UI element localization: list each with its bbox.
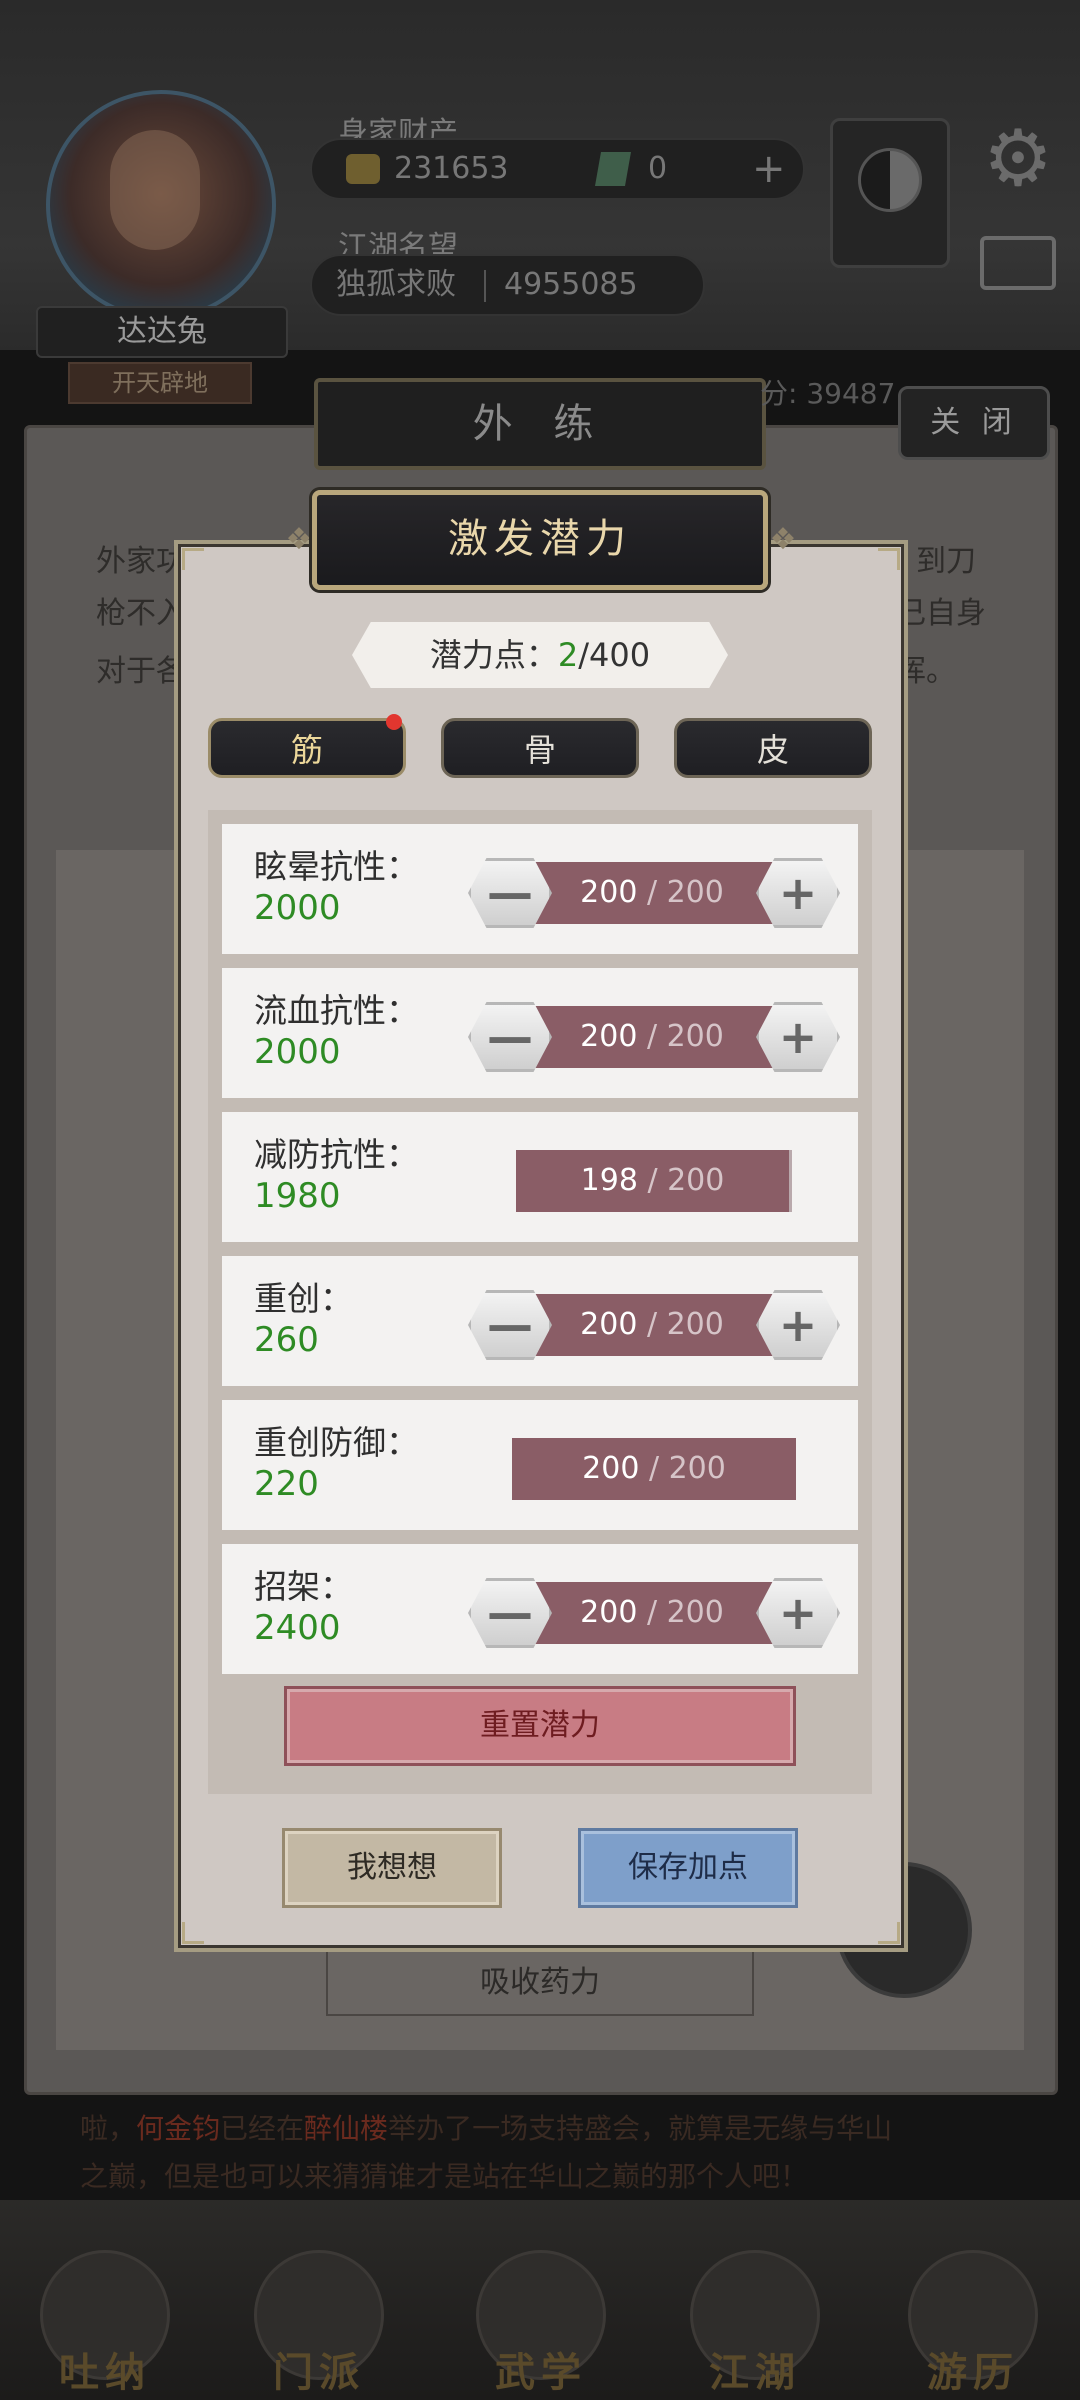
potential-points: 潜力点：2/400: [352, 622, 728, 688]
stat-current: 198: [580, 1163, 638, 1198]
gold-amount: 231653: [394, 151, 509, 186]
player-name: 达达兔: [36, 306, 288, 358]
stat-progress-bar: 200 / 200: [512, 1006, 792, 1068]
stat-separator: /: [637, 1019, 667, 1054]
stat-value: 2000: [254, 888, 341, 928]
panel-tab-title: 外 练: [314, 378, 766, 470]
stat-progress-bar: 200 / 200: [512, 1438, 796, 1500]
stat-name: 重创防御：: [254, 1423, 419, 1462]
notification-dot: [386, 714, 402, 730]
score-fragment: 分: 39487: [760, 377, 896, 410]
yin-yang-icon: [858, 148, 922, 212]
potential-current: 2: [557, 636, 579, 674]
stat-progress-bar: 200 / 200: [512, 1294, 792, 1356]
stat-name: 重创：: [254, 1279, 353, 1318]
reputation-rank: 独孤求败: [336, 267, 456, 302]
stat-value: 1980: [254, 1176, 341, 1216]
stat-max: 200: [666, 1019, 724, 1054]
gem-icon: [595, 152, 631, 186]
reputation-bar: 独孤求败 4955085: [310, 254, 705, 316]
stat-current: 200: [580, 875, 638, 910]
stat-name: 流血抗性：: [254, 991, 419, 1030]
corner-ornament: [878, 548, 900, 570]
stat-progress-bar: 200 / 200: [512, 862, 792, 924]
stat-name: 招架：: [254, 1567, 353, 1606]
stat-max: 200: [667, 1163, 725, 1198]
stat-row-heavy-wound-defense: 重创防御： 220 200 / 200: [222, 1400, 858, 1530]
corner-ornament: [878, 1922, 900, 1944]
gold-coin-icon: [346, 154, 380, 184]
stat-max: 200: [666, 1307, 724, 1342]
stat-row-bleed-resist: 流血抗性： 2000 200 / 200 — +: [222, 968, 858, 1098]
stat-value: 2000: [254, 1032, 341, 1072]
stat-current: 200: [580, 1307, 638, 1342]
stat-row-parry: 招架： 2400 200 / 200 — +: [222, 1544, 858, 1674]
close-button[interactable]: 关 闭: [898, 386, 1050, 460]
stat-value: 260: [254, 1320, 319, 1360]
stat-value: 2400: [254, 1608, 341, 1648]
tab-tendon[interactable]: 筋: [208, 718, 406, 778]
gem-amount: 0: [648, 151, 668, 186]
dialog-title: 激发潜力: [312, 490, 768, 590]
absorb-button[interactable]: 吸收药力: [326, 1950, 754, 2016]
stat-row-stun-resist: 眩晕抗性： 2000 200 / 200 — +: [222, 824, 858, 954]
stat-max: 200: [666, 875, 724, 910]
potential-total: /400: [578, 636, 651, 674]
corner-ornament: [182, 1922, 204, 1944]
stat-name: 眩晕抗性：: [254, 847, 419, 886]
reputation-value: 4955085: [504, 267, 638, 302]
header-ornament-left: ❖: [285, 522, 313, 557]
stat-current: 200: [582, 1451, 640, 1486]
stat-row-armor-break-resist: 减防抗性： 1980 198 / 200: [222, 1112, 858, 1242]
stat-separator: /: [637, 1595, 667, 1630]
stat-separator: /: [637, 875, 667, 910]
header-ornament-right: ❖: [769, 522, 797, 557]
add-currency-button[interactable]: +: [752, 140, 786, 198]
nav-label-breathing[interactable]: 吐纳: [25, 2340, 185, 2398]
save-points-button[interactable]: 保存加点: [578, 1828, 798, 1908]
stat-progress-bar: 198 / 200: [516, 1150, 792, 1212]
nav-label-sect[interactable]: 门派: [239, 2340, 399, 2398]
tab-skin[interactable]: 皮: [674, 718, 872, 778]
nav-label-martial[interactable]: 武学: [461, 2340, 621, 2398]
reputation-divider: [484, 270, 486, 302]
stat-value: 220: [254, 1464, 319, 1504]
potential-label: 潜力点：: [429, 636, 558, 674]
nav-label-jianghu[interactable]: 江湖: [675, 2340, 835, 2398]
stat-current: 200: [580, 1595, 638, 1630]
stat-progress-bar: 200 / 200: [512, 1582, 792, 1644]
stat-max: 200: [666, 1595, 724, 1630]
stat-row-heavy-wound: 重创： 260 200 / 200 — +: [222, 1256, 858, 1386]
gear-icon[interactable]: ⚙: [978, 120, 1058, 200]
stat-max: 200: [668, 1451, 726, 1486]
stat-current: 200: [580, 1019, 638, 1054]
stat-separator: /: [637, 1163, 668, 1198]
stat-name: 减防抗性：: [254, 1135, 419, 1174]
nav-label-travel[interactable]: 游历: [893, 2340, 1053, 2398]
assets-bar: 231653 0 +: [310, 138, 805, 200]
mail-icon[interactable]: [980, 236, 1056, 290]
player-title: 开天辟地: [68, 362, 252, 404]
avatar-portrait: [110, 130, 200, 250]
stat-separator: /: [637, 1307, 667, 1342]
reset-potential-button[interactable]: 重置潜力: [284, 1686, 796, 1766]
think-button[interactable]: 我想想: [282, 1828, 502, 1908]
tab-bone[interactable]: 骨: [441, 718, 639, 778]
news-marquee: 啦，何金钧已经在醉仙楼举办了一场支持盛会，就算是无缘与华山 之巅，但是也可以来猜…: [80, 2112, 893, 2193]
stat-separator: /: [639, 1451, 669, 1486]
corner-ornament: [182, 548, 204, 570]
